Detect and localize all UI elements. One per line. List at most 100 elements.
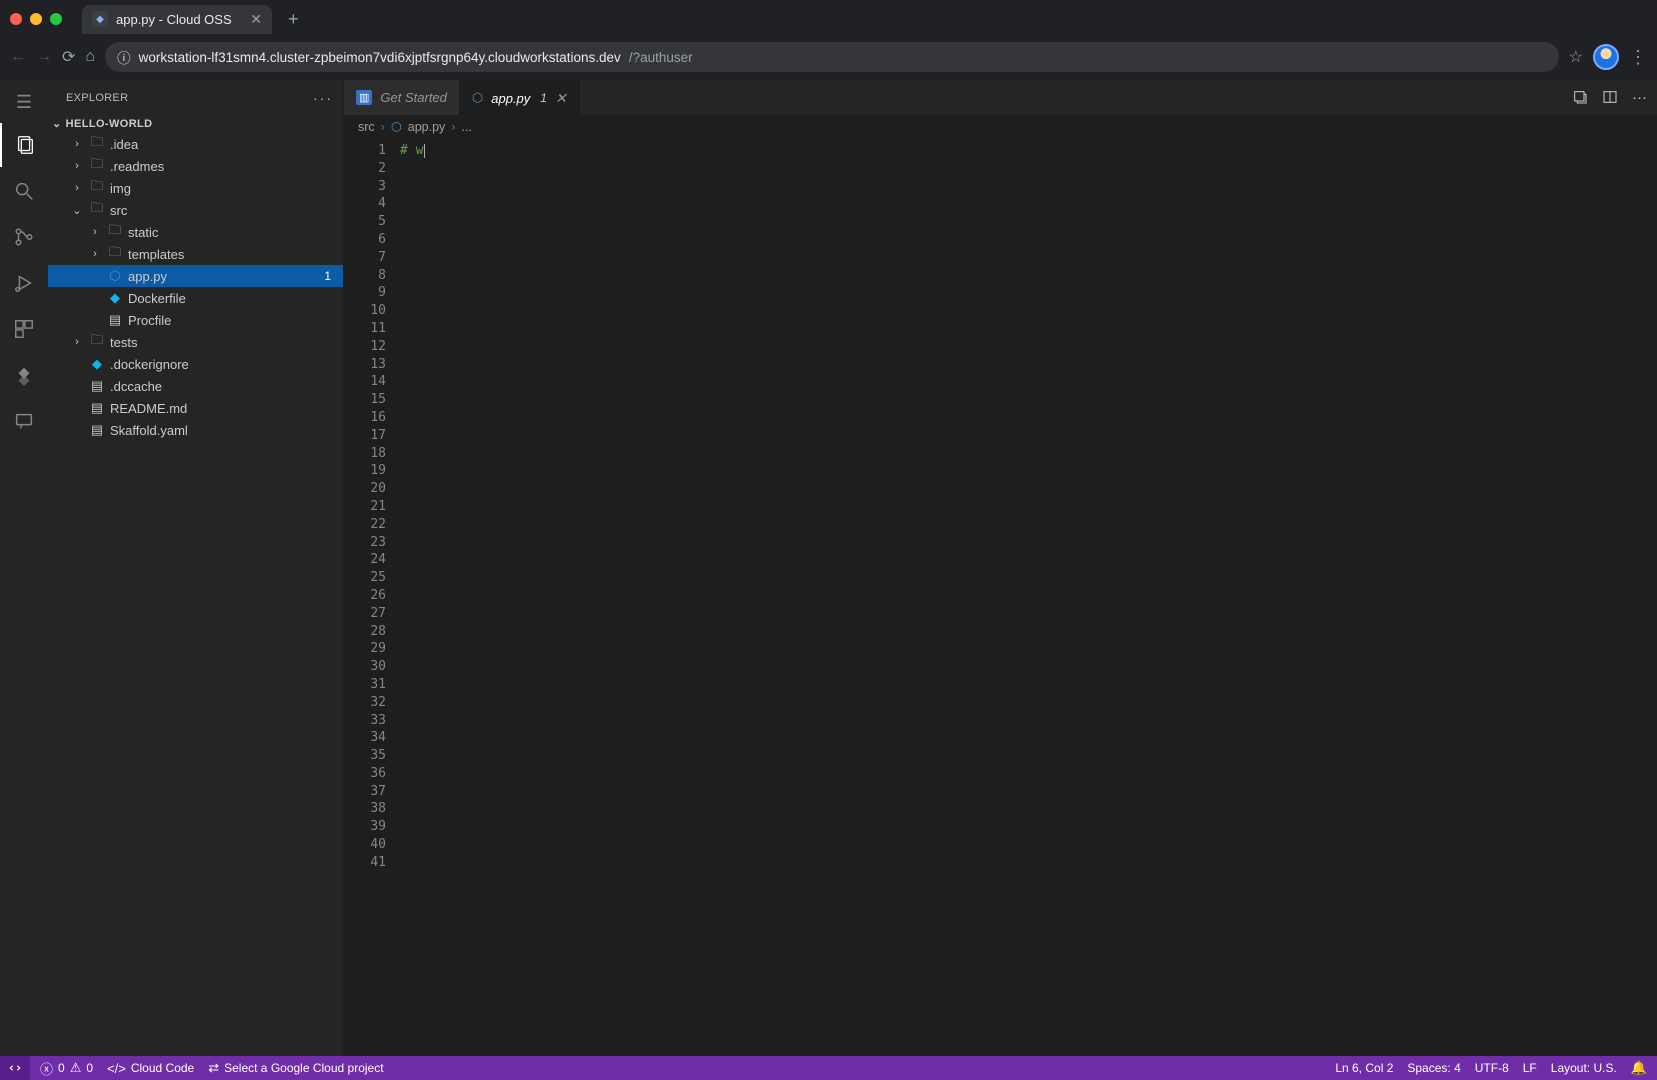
tree-folder[interactable]: ›🗀tests — [48, 331, 343, 353]
activity-run-debug-icon[interactable] — [0, 261, 48, 305]
tree-file[interactable]: ▤README.md — [48, 397, 343, 419]
window-maximize-button[interactable] — [50, 13, 62, 25]
tree-item-label: templates — [128, 247, 335, 262]
site-info-icon[interactable]: ⓘ — [117, 47, 131, 67]
tree-folder[interactable]: ›🗀img — [48, 177, 343, 199]
status-notifications-icon[interactable]: 🔔 — [1631, 1060, 1647, 1076]
tree-folder[interactable]: ›🗀.readmes — [48, 155, 343, 177]
tree-item-label: .dockerignore — [110, 357, 335, 372]
new-tab-button[interactable]: + — [280, 5, 307, 34]
status-cloud-code[interactable]: </> Cloud Code — [107, 1061, 194, 1076]
tree-file[interactable]: ⬡app.py1 — [48, 265, 343, 287]
window-close-button[interactable] — [10, 13, 22, 25]
python-icon: ⬡ — [391, 119, 402, 134]
file-icon: ▤ — [88, 422, 106, 438]
browser-menu-icon[interactable]: ⋮ — [1629, 47, 1647, 68]
explorer-more-icon[interactable]: ··· — [313, 90, 333, 106]
browser-tab[interactable]: ◆ app.py - Cloud OSS ✕ — [82, 5, 272, 34]
activity-bar: ☰ — [0, 80, 48, 1056]
nav-back-icon[interactable]: ← — [10, 48, 26, 66]
window-controls — [10, 13, 62, 25]
status-left-group: ⓧ 0 ⚠ 0 </> Cloud Code ⇄ Select a Google… — [30, 1059, 394, 1078]
breadcrumb-part[interactable]: app.py — [408, 120, 446, 134]
folder-icon: 🗀 — [88, 199, 106, 221]
chevron-right-icon: › — [451, 120, 455, 134]
error-count: 0 — [58, 1061, 65, 1075]
editor-more-icon[interactable]: ··· — [1632, 89, 1647, 106]
chevron-icon: › — [88, 248, 102, 260]
docker-icon: ◆ — [106, 290, 124, 306]
nav-home-icon[interactable]: ⌂ — [85, 48, 95, 66]
status-bar: ⓧ 0 ⚠ 0 </> Cloud Code ⇄ Select a Google… — [0, 1056, 1657, 1080]
folder-icon: 🗀 — [88, 177, 106, 199]
browser-chrome: ◆ app.py - Cloud OSS ✕ + ← → ⟳ ⌂ ⓘ works… — [0, 0, 1657, 80]
python-icon: ⬡ — [106, 268, 124, 284]
tree-file[interactable]: ▤ Procfile — [48, 309, 343, 331]
favicon-icon: ◆ — [92, 11, 108, 27]
url-path: /?authuser — [629, 50, 693, 65]
python-icon: ⬡ — [472, 90, 483, 106]
profile-avatar[interactable] — [1593, 44, 1619, 70]
window-minimize-button[interactable] — [30, 13, 42, 25]
status-project-selector[interactable]: ⇄ Select a Google Cloud project — [208, 1060, 383, 1076]
open-changes-icon[interactable] — [1572, 89, 1588, 106]
code-content[interactable]: # w — [400, 138, 1657, 1056]
bookmark-star-icon[interactable]: ☆ — [1569, 47, 1583, 67]
status-layout[interactable]: Layout: U.S. — [1551, 1061, 1617, 1075]
split-editor-icon[interactable] — [1602, 89, 1618, 106]
tree-file[interactable]: ▤.dccache — [48, 375, 343, 397]
file-icon: ▤ — [106, 312, 124, 328]
ide-root: ☰ EXPLORER ··· ⌄ HELLO-WORLD — [0, 80, 1657, 1056]
activity-explorer-icon[interactable] — [0, 123, 48, 167]
warning-count: 0 — [86, 1061, 93, 1075]
activity-cloud-icon[interactable] — [0, 353, 48, 397]
tree-item-label: .idea — [110, 137, 335, 152]
code-editor[interactable]: 1234567891011121314151617181920212223242… — [344, 138, 1657, 1056]
activity-source-control-icon[interactable] — [0, 215, 48, 259]
docker-icon: ◆ — [88, 356, 106, 372]
browser-tabstrip: ◆ app.py - Cloud OSS ✕ + — [0, 0, 1657, 38]
tree-file[interactable]: ◆Dockerfile — [48, 287, 343, 309]
tree-file[interactable]: ◆ .dockerignore — [48, 353, 343, 375]
tree-file[interactable]: ▤ Skaffold.yaml — [48, 419, 343, 441]
tree-folder[interactable]: ›🗀.idea — [48, 133, 343, 155]
chevron-icon: › — [70, 160, 84, 172]
tree-item-label: Procfile — [128, 313, 335, 328]
editor-tab[interactable]: ⬡app.py1✕ — [460, 80, 580, 115]
status-indentation[interactable]: Spaces: 4 — [1407, 1061, 1460, 1075]
activity-search-icon[interactable] — [0, 169, 48, 213]
tree-item-label: .dccache — [110, 379, 335, 394]
problems-badge: 1 — [324, 269, 335, 283]
editor-area: ▥Get Started⬡app.py1✕ ··· src › ⬡ app.py… — [344, 80, 1657, 1056]
remote-indicator[interactable] — [0, 1056, 30, 1080]
file-icon: ▤ — [88, 400, 106, 416]
breadcrumb-part[interactable]: src — [358, 120, 375, 134]
nav-forward-icon[interactable]: → — [36, 48, 52, 66]
tree-folder[interactable]: ›🗀static — [48, 221, 343, 243]
status-cursor-position[interactable]: Ln 6, Col 2 — [1335, 1061, 1393, 1075]
tree-item-label: .readmes — [110, 159, 335, 174]
status-eol[interactable]: LF — [1523, 1061, 1537, 1075]
close-icon[interactable]: ✕ — [555, 90, 567, 107]
folder-icon: 🗀 — [106, 243, 124, 265]
activity-feedback-icon[interactable] — [0, 399, 48, 443]
tree-item-label: Skaffold.yaml — [110, 423, 335, 438]
tree-item-label: img — [110, 181, 335, 196]
breadcrumb[interactable]: src › ⬡ app.py › ... — [344, 115, 1657, 138]
editor-tab-label: app.py — [491, 91, 530, 106]
address-bar[interactable]: ⓘ workstation-lf31smn4.cluster-zpbeimon7… — [105, 42, 1559, 72]
tree-folder[interactable]: › 🗀 templates — [48, 243, 343, 265]
editor-tab[interactable]: ▥Get Started — [344, 80, 460, 115]
status-errors[interactable]: ⓧ 0 ⚠ 0 — [40, 1059, 93, 1078]
status-encoding[interactable]: UTF-8 — [1475, 1061, 1509, 1075]
hamburger-menu-icon[interactable]: ☰ — [16, 84, 32, 121]
browser-tab-close-icon[interactable]: ✕ — [250, 11, 262, 28]
tree-folder[interactable]: ⌄🗀src — [48, 199, 343, 221]
chevron-icon: › — [70, 336, 84, 348]
activity-extensions-icon[interactable] — [0, 307, 48, 351]
tree-item-label: tests — [110, 335, 335, 350]
breadcrumb-part[interactable]: ... — [461, 120, 471, 134]
project-header[interactable]: ⌄ HELLO-WORLD — [48, 114, 343, 133]
line-number-gutter: 1234567891011121314151617181920212223242… — [344, 138, 400, 1056]
nav-reload-icon[interactable]: ⟳ — [62, 47, 75, 67]
